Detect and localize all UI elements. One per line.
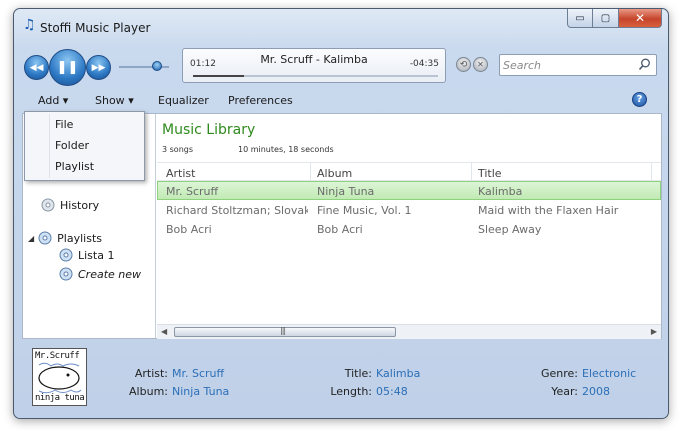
menu-item-folder[interactable]: Folder — [55, 139, 89, 152]
column-separator[interactable] — [310, 163, 311, 182]
search-input[interactable] — [503, 58, 633, 73]
window-title: Stoffi Music Player — [40, 21, 151, 35]
seek-progress — [193, 75, 244, 77]
menu-equalizer[interactable]: Equalizer — [158, 94, 209, 107]
sidebar-item-lista-1-label: Lista 1 — [78, 248, 115, 262]
menu-item-file[interactable]: File — [55, 118, 73, 131]
menu-add[interactable]: Add ▾ — [38, 94, 68, 107]
now-playing-panel: 01:12 Mr. Scruff - Kalimba -04:35 — [182, 48, 446, 83]
menu-show[interactable]: Show ▾ — [95, 94, 134, 107]
sidebar-item-create-new-label: Create new — [78, 267, 142, 281]
table-row[interactable]: Bob Acri Bob Acri Sleep Away — [157, 220, 661, 239]
length-label: Length: — [330, 385, 372, 398]
shuffle-button[interactable]: ✕ — [473, 57, 488, 72]
playlist-icon — [59, 248, 73, 262]
cell-artist: Bob Acri — [166, 223, 212, 236]
artist-value[interactable]: Mr. Scruff — [172, 367, 224, 380]
shuffle-icon: ✕ — [477, 60, 484, 69]
column-header-title[interactable]: Title — [478, 167, 502, 180]
page-title: Music Library — [162, 122, 256, 138]
sidebar-item-playlists-label: Playlists — [57, 231, 102, 245]
menu-gutter — [49, 114, 50, 178]
search-box — [499, 54, 657, 76]
cell-title: Kalimba — [478, 185, 523, 198]
app-window: ♫ Stoffi Music Player ▭ ▢ ✕ ◀◀ ❚❚ ▶▶ 01:… — [13, 8, 669, 419]
remaining-time: -04:35 — [409, 59, 439, 69]
genre-label: Genre: — [540, 367, 578, 380]
scroll-right-icon[interactable]: ▶ — [651, 327, 657, 336]
sidebar-item-playlists[interactable]: ◢ Playlists — [28, 231, 102, 245]
table-header: Artist Album Title — [157, 162, 661, 182]
sidebar-item-history[interactable]: History — [41, 198, 99, 212]
cell-album: Ninja Tuna — [317, 185, 375, 198]
menu-preferences[interactable]: Preferences — [228, 94, 293, 107]
song-count: 3 songs — [162, 145, 194, 154]
album-label: Album: — [129, 385, 168, 398]
play-pause-button[interactable]: ❚❚ — [49, 49, 86, 86]
minimize-button[interactable]: ▭ — [567, 9, 593, 28]
next-button[interactable]: ▶▶ — [86, 55, 111, 80]
cell-title: Sleep Away — [478, 223, 542, 236]
sidebar-item-history-label: History — [60, 198, 100, 212]
album-art-album-text: ninja tuna — [35, 393, 85, 403]
repeat-icon: ⟲ — [459, 59, 468, 70]
album-value[interactable]: Ninja Tuna — [172, 385, 229, 398]
playlists-icon — [38, 231, 52, 245]
menu-show-label: Show — [95, 94, 125, 107]
cell-title: Maid with the Flaxen Hair — [478, 204, 619, 217]
title-label: Title: — [344, 367, 372, 380]
title-value[interactable]: Kalimba — [376, 367, 420, 380]
year-value[interactable]: 2008 — [582, 385, 610, 398]
column-separator[interactable] — [471, 163, 472, 182]
menu-bar: Add ▾ Show ▾ Equalizer Preferences — [14, 89, 668, 113]
chevron-down-icon: ▾ — [62, 94, 69, 107]
cell-artist: Richard Stoltzman; Slovak R... — [166, 204, 308, 217]
add-dropdown-menu: File Folder Playlist — [24, 111, 145, 181]
column-separator[interactable] — [651, 163, 652, 182]
length-value: 05:48 — [376, 385, 408, 398]
transport-controls: ◀◀ ❚❚ ▶▶ — [24, 49, 114, 86]
new-playlist-icon — [59, 267, 73, 281]
album-art: Mr.Scruff ninja tuna — [32, 348, 87, 406]
scroll-thumb[interactable]: ||| — [174, 326, 396, 337]
cell-album: Fine Music, Vol. 1 — [317, 204, 412, 217]
grip-icon: ||| — [280, 326, 286, 335]
column-header-album[interactable]: Album — [317, 167, 352, 180]
library-panel: Music Library 3 songs 10 minutes, 18 sec… — [157, 114, 661, 339]
genre-value[interactable]: Electronic — [582, 367, 636, 380]
artist-label: Artist: — [134, 367, 168, 380]
table-row[interactable]: Richard Stoltzman; Slovak R... Fine Musi… — [157, 201, 661, 220]
column-header-artist[interactable]: Artist — [166, 167, 195, 180]
music-note-icon: ♫ — [23, 17, 36, 33]
title-bar[interactable]: ♫ Stoffi Music Player ▭ ▢ ✕ — [14, 9, 668, 39]
cell-artist: Mr. Scruff — [166, 185, 219, 198]
close-button[interactable]: ✕ — [619, 9, 662, 28]
caption-buttons: ▭ ▢ ✕ — [567, 9, 662, 28]
year-label: Year: — [551, 385, 578, 398]
help-icon[interactable]: ? — [632, 92, 647, 107]
sidebar-item-lista-1[interactable]: Lista 1 — [59, 248, 114, 262]
expand-arrow-icon[interactable]: ◢ — [28, 234, 34, 243]
maximize-button[interactable]: ▢ — [593, 9, 619, 28]
search-icon[interactable] — [638, 58, 651, 74]
total-duration: 10 minutes, 18 seconds — [238, 145, 334, 154]
now-playing-title: Mr. Scruff - Kalimba — [260, 53, 368, 66]
chevron-down-icon: ▾ — [128, 94, 134, 107]
horizontal-scrollbar[interactable]: ◀ ||| ▶ — [157, 324, 661, 339]
repeat-button[interactable]: ⟲ — [456, 57, 471, 72]
volume-knob[interactable] — [152, 61, 162, 71]
previous-button[interactable]: ◀◀ — [24, 55, 49, 80]
details-panel: Mr.Scruff ninja tuna Artist: Mr. Scruff … — [22, 342, 662, 414]
cell-album: Bob Acri — [317, 223, 363, 236]
menu-item-playlist[interactable]: Playlist — [55, 160, 94, 173]
history-icon — [41, 198, 55, 212]
menu-add-label: Add — [38, 94, 60, 107]
table-row[interactable]: Mr. Scruff Ninja Tuna Kalimba — [157, 181, 661, 200]
sidebar-item-create-new[interactable]: Create new — [59, 267, 141, 281]
scroll-left-icon[interactable]: ◀ — [161, 327, 167, 336]
